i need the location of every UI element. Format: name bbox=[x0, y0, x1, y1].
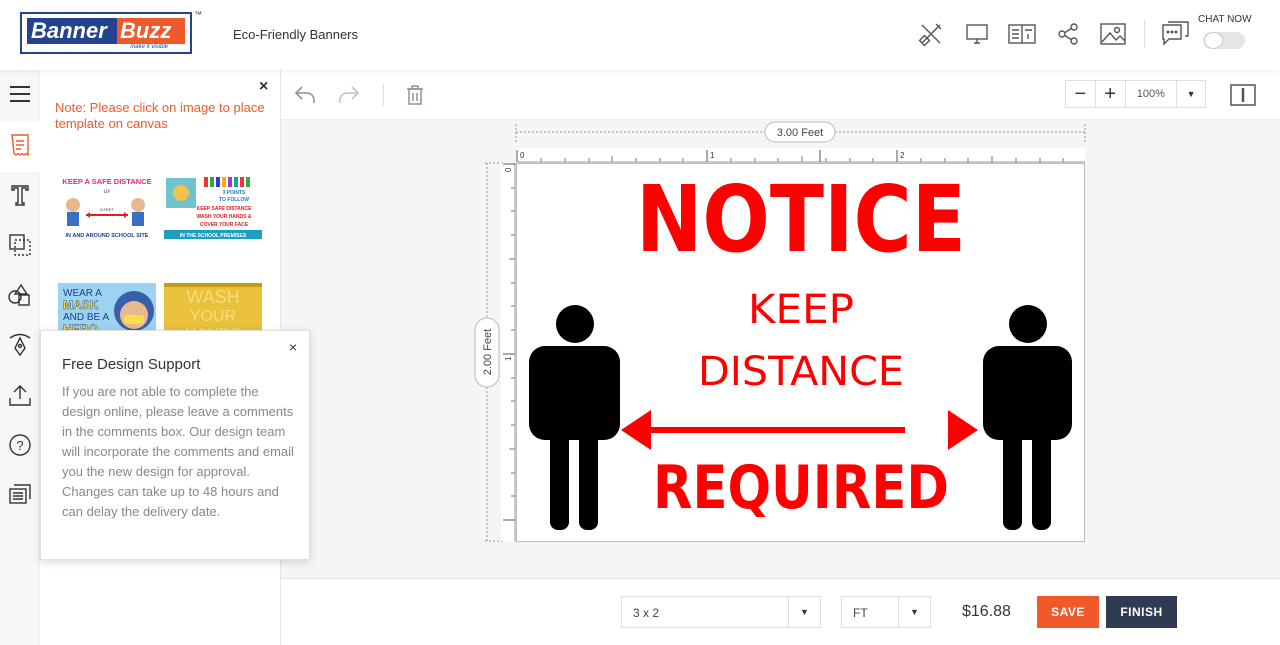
design-canvas-area: 3.00 Feet 2.00 Feet 0 1 2 0 1 NOTICE KEE… bbox=[281, 120, 1280, 578]
unit-select[interactable]: FT ▼ bbox=[841, 596, 931, 628]
size-select[interactable]: 3 x 2 ▼ bbox=[621, 596, 821, 628]
template-2-line3: KEEP SAFE DISTANCE bbox=[197, 206, 252, 212]
chat-toggle[interactable] bbox=[1203, 32, 1245, 49]
zoom-value[interactable]: 100% bbox=[1126, 81, 1178, 107]
page-title: Eco-Friendly Banners bbox=[233, 27, 358, 42]
popup-close-button[interactable]: × bbox=[289, 339, 297, 355]
template-2-line2: TO FOLLOW bbox=[219, 197, 249, 203]
template-thumbnail-3-points[interactable]: 3 POINTS TO FOLLOW KEEP SAFE DISTANCE WA… bbox=[164, 175, 262, 245]
finish-button[interactable]: FINISH bbox=[1106, 596, 1177, 628]
template-2-line5: COVER YOUR FACE bbox=[200, 222, 249, 228]
canvas-toolbar: − + 100% ▼ bbox=[281, 70, 1280, 120]
zoom-in-button[interactable]: + bbox=[1096, 81, 1126, 107]
design-tools-icon[interactable] bbox=[916, 19, 946, 49]
size-select-value: 3 x 2 bbox=[633, 606, 660, 620]
logo-buzz-text: Buzz bbox=[117, 18, 185, 44]
top-bar: Banner Buzz make it visible ™ Eco-Friend… bbox=[0, 0, 1280, 70]
sign-keep-text[interactable]: KEEP bbox=[748, 287, 854, 333]
footer-bar: 3 x 2 ▼ FT ▼ $16.88 SAVE FINISH bbox=[281, 578, 1280, 645]
ruler-h-0: 0 bbox=[520, 151, 525, 160]
template-thumbnail-safe-distance[interactable]: KEEP A SAFE DISTANCE OF 6 FEET IN AND AR… bbox=[58, 175, 156, 245]
chevron-down-icon: ▼ bbox=[898, 597, 930, 627]
template-1-line3: 6 FEET bbox=[100, 207, 114, 212]
template-2-line4: WASH YOUR HANDS & bbox=[197, 214, 252, 220]
sign-distance-text[interactable]: DISTANCE bbox=[698, 349, 904, 395]
chevron-down-icon: ▼ bbox=[788, 597, 820, 627]
logo-banner-text: Banner bbox=[27, 18, 117, 44]
header-divider bbox=[1144, 20, 1145, 48]
ruler-h-1: 1 bbox=[710, 151, 715, 160]
logo-tagline: make it visible bbox=[130, 44, 168, 50]
sign-artboard[interactable]: NOTICE KEEP DISTANCE REQUIRED bbox=[516, 163, 1085, 542]
zoom-control: − + 100% ▼ bbox=[1065, 80, 1206, 108]
logo-trademark: ™ bbox=[194, 10, 202, 19]
ruler-v-0: 0 bbox=[504, 167, 513, 172]
toolbar-divider bbox=[383, 84, 384, 106]
template-2-line6: IN THE SCHOOL PREMISES bbox=[180, 233, 247, 239]
background-icon[interactable] bbox=[5, 230, 35, 260]
toggle-knob bbox=[1204, 32, 1223, 49]
width-label: 3.00 Feet bbox=[777, 127, 823, 139]
template-4-line2: YOUR bbox=[190, 308, 236, 325]
zoom-dropdown-icon[interactable]: ▼ bbox=[1177, 81, 1205, 107]
upload-icon[interactable] bbox=[5, 380, 35, 410]
template-1-line2: OF bbox=[104, 190, 112, 195]
unit-select-value: FT bbox=[853, 606, 868, 620]
template-1-line1: KEEP A SAFE DISTANCE bbox=[62, 177, 151, 186]
desktop-preview-icon[interactable] bbox=[962, 19, 992, 49]
canvas-rulers-and-sign: 3.00 Feet 2.00 Feet 0 1 2 0 1 NOTICE KEE… bbox=[474, 121, 1086, 542]
sign-required-text[interactable]: REQUIRED bbox=[653, 453, 949, 523]
save-button[interactable]: SAVE bbox=[1037, 596, 1099, 628]
chat-now-label: CHAT NOW bbox=[1198, 14, 1252, 25]
ruler-v-1: 1 bbox=[504, 356, 513, 361]
free-design-support-popup: Free Design Support × If you are not abl… bbox=[40, 330, 310, 560]
undo-icon[interactable] bbox=[292, 82, 318, 108]
bannerbuzz-logo[interactable]: Banner Buzz make it visible ™ bbox=[20, 10, 202, 54]
vertical-ruler: 0 1 bbox=[501, 163, 516, 541]
svg-text:?: ? bbox=[16, 438, 23, 453]
chat-icon[interactable] bbox=[1160, 19, 1190, 49]
panel-close-button[interactable]: × bbox=[259, 78, 268, 96]
ruler-h-2: 2 bbox=[900, 151, 905, 160]
help-icon[interactable]: ? bbox=[5, 430, 35, 460]
toggle-panel-icon[interactable] bbox=[1229, 81, 1257, 109]
clipart-icon[interactable] bbox=[5, 330, 35, 360]
image-preview-icon[interactable] bbox=[1098, 19, 1128, 49]
comments-icon[interactable] bbox=[5, 480, 35, 510]
text-tool-icon[interactable] bbox=[5, 180, 35, 210]
left-tool-rail: ? bbox=[0, 70, 40, 645]
templates-icon[interactable] bbox=[5, 130, 35, 160]
redo-icon[interactable] bbox=[336, 82, 362, 108]
price-display: $16.88 bbox=[962, 603, 1011, 620]
popup-body: If you are not able to complete the desi… bbox=[62, 384, 294, 519]
share-icon[interactable] bbox=[1053, 19, 1083, 49]
sign-notice-text[interactable]: NOTICE bbox=[636, 166, 966, 273]
template-1-line4: IN AND AROUND SCHOOL SITE bbox=[66, 233, 149, 239]
panel-note: Note: Please click on image to place tem… bbox=[55, 100, 265, 131]
horizontal-ruler: 0 1 2 bbox=[516, 148, 1085, 163]
popup-title: Free Design Support bbox=[62, 356, 201, 373]
template-4-line1: WASH bbox=[186, 287, 239, 307]
height-label: 2.00 Feet bbox=[482, 329, 494, 375]
template-2-line1: 3 POINTS bbox=[223, 190, 246, 196]
book-preview-icon[interactable] bbox=[1007, 19, 1037, 49]
template-3-line2: MASK bbox=[63, 298, 99, 312]
zoom-out-button[interactable]: − bbox=[1066, 81, 1096, 107]
shapes-icon[interactable] bbox=[5, 280, 35, 310]
menu-icon[interactable] bbox=[5, 79, 35, 109]
delete-icon[interactable] bbox=[402, 82, 428, 108]
